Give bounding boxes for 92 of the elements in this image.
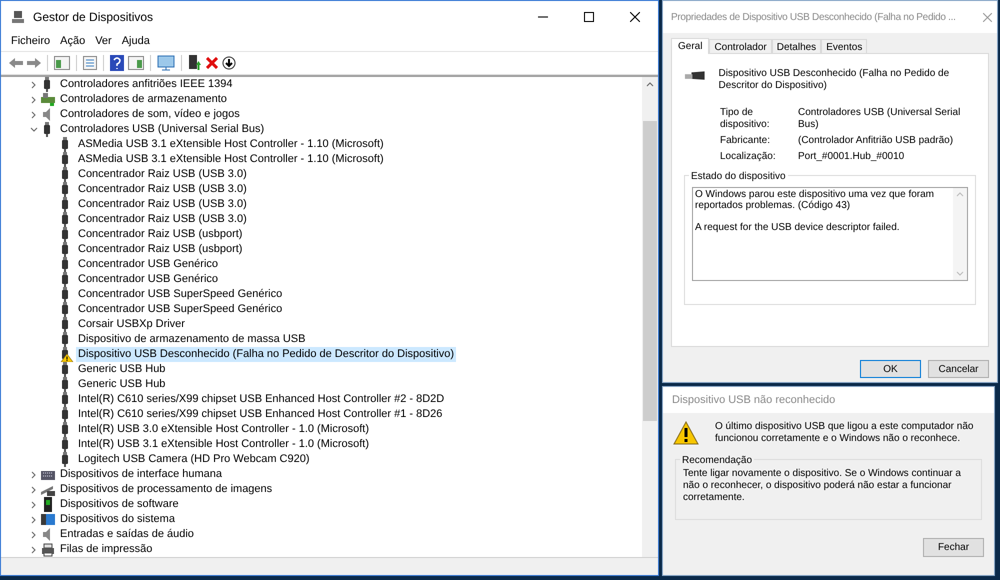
update-driver-icon[interactable] xyxy=(188,55,202,71)
cancel-button[interactable]: Cancelar xyxy=(928,360,989,378)
tree-item[interactable]: Dispositivos do sistema xyxy=(58,512,177,527)
tree-item[interactable]: Logitech USB Camera (HD Pro Webcam C920) xyxy=(76,452,312,467)
expand-chevron-icon[interactable] xyxy=(30,96,38,104)
tree-item[interactable]: Concentrador USB SuperSpeed Genérico xyxy=(76,287,284,302)
tree-item[interactable]: Concentrador USB Genérico xyxy=(76,257,220,272)
scroll-thumb[interactable] xyxy=(643,121,657,421)
field-value: Controladores USB (Universal Serial Bus) xyxy=(798,107,962,131)
tab[interactable]: Eventos xyxy=(821,39,868,53)
usb-warning-icon xyxy=(59,347,74,362)
expand-chevron-icon[interactable] xyxy=(30,516,38,524)
menu-item[interactable]: Ação xyxy=(56,32,90,50)
tree-item[interactable]: Entradas e saídas de áudio xyxy=(58,527,196,542)
tree-item[interactable]: Controladores de som, vídeo e jogos xyxy=(58,107,242,122)
scroll-up-icon xyxy=(956,191,964,197)
tree-item[interactable]: Concentrador Raiz USB (USB 3.0) xyxy=(76,182,249,197)
expand-chevron-icon[interactable] xyxy=(30,546,38,554)
monitor-icon[interactable] xyxy=(157,55,175,71)
field-value: (Controlador Anfitrião USB padrão) xyxy=(798,135,954,147)
window-icon[interactable] xyxy=(128,56,144,70)
tree-item[interactable]: Concentrador Raiz USB (usbport) xyxy=(76,242,244,257)
usb-plug-icon xyxy=(684,71,706,83)
tab[interactable]: Detalhes xyxy=(772,39,822,53)
system-folder-icon xyxy=(41,512,56,527)
tree-item[interactable]: Concentrador USB Genérico xyxy=(76,272,220,287)
tree-item[interactable]: Dispositivo USB Desconhecido (Falha no Pedido de Descritor do Dispositivo) xyxy=(76,347,456,362)
storage-controller-icon xyxy=(41,92,56,107)
tree-item[interactable]: Intel(R) C610 series/X99 chipset USB Enhanced Host Controller #2 - 8D2D xyxy=(76,392,446,407)
tree-item[interactable]: Intel(R) USB 3.0 eXtensible Host Controller - 1.0 (Microsoft) xyxy=(76,422,371,437)
collapse-chevron-icon[interactable] xyxy=(30,126,38,134)
window-icon[interactable] xyxy=(54,56,70,70)
tree-item[interactable]: Concentrador Raiz USB (usbport) xyxy=(76,227,244,242)
tree-item[interactable]: Intel(R) C610 series/X99 chipset USB Enhanced Host Controller #1 - 8D26 xyxy=(76,407,444,422)
menu-item[interactable]: Ficheiro xyxy=(7,32,54,50)
tree-item[interactable]: Concentrador Raiz USB (USB 3.0) xyxy=(76,197,249,212)
properties-icon[interactable] xyxy=(83,56,97,70)
back-arrow-icon[interactable] xyxy=(9,57,23,69)
expand-chevron-icon[interactable] xyxy=(30,486,38,494)
expand-chevron-icon[interactable] xyxy=(30,110,38,118)
dialog-title: Dispositivo USB não reconhecido xyxy=(672,392,836,408)
device-manager-icon xyxy=(11,10,25,24)
status-text: O Windows parou este dispositivo uma vez que foram reportados problemas. (Código 43) A request for the USB device descriptor failed. xyxy=(694,188,935,235)
field-label: Fabricante: xyxy=(720,135,772,147)
expand-chevron-icon[interactable] xyxy=(30,80,38,88)
field-value: Port_#0001.Hub_#0010 xyxy=(798,151,904,163)
tree-item[interactable]: Dispositivos de interface humana xyxy=(58,467,224,482)
close-icon xyxy=(630,12,640,22)
maximize-icon xyxy=(584,12,594,22)
tree-item[interactable]: Concentrador Raiz USB (USB 3.0) xyxy=(76,212,249,227)
tab[interactable]: Geral xyxy=(671,38,710,54)
field-label: Localização: xyxy=(720,151,777,163)
close-dialog-button[interactable]: Fechar xyxy=(923,538,984,557)
tree-item[interactable]: Dispositivos de software xyxy=(58,497,181,512)
menu-item[interactable]: Ajuda xyxy=(118,32,154,50)
tree-item[interactable]: Dispositivo de armazenamento de massa USB xyxy=(76,332,308,347)
group-label: Recomendação xyxy=(680,453,754,468)
expand-chevron-icon[interactable] xyxy=(30,470,38,478)
tree-item[interactable]: Generic USB Hub xyxy=(76,362,168,377)
tree-item[interactable]: Intel(R) USB 3.1 eXtensible Host Controller - 1.0 (Microsoft) xyxy=(76,437,371,452)
tree-item[interactable]: ASMedia USB 3.1 eXtensible Host Controller - 1.10 (Microsoft) xyxy=(76,152,386,167)
scrollbar[interactable] xyxy=(642,77,658,557)
window-title: Gestor de Dispositivos xyxy=(33,9,154,26)
group-label: Estado do dispositivo xyxy=(689,169,788,184)
tree-item[interactable]: Corsair USBXp Driver xyxy=(76,317,187,332)
expand-chevron-icon[interactable] xyxy=(30,500,38,508)
ok-button[interactable]: OK xyxy=(860,360,921,378)
device-name: Dispositivo USB Desconhecido (Falha no Pedido de Descritor do Dispositivo) xyxy=(718,68,950,92)
download-icon[interactable] xyxy=(222,56,236,70)
help-icon[interactable] xyxy=(110,55,124,71)
tree-item[interactable]: Controladores de armazenamento xyxy=(58,92,229,107)
tree-item[interactable]: Dispositivos de processamento de imagens xyxy=(58,482,274,497)
recommendation-text: Tente ligar novamente o dispositivo. Se o Windows continuar a não o reconhecer, o dispositivo poderá não estar a funcionar corretamente. xyxy=(683,468,962,504)
error-message: O último dispositivo USB que ligou a este computador não funcionou corretamente e o Windows não o reconhece. xyxy=(715,421,974,445)
field-label: Tipo de dispositivo: xyxy=(720,107,770,131)
dialog-title: Propriedades de Dispositivo USB Desconhecido (Falha no Pedido ... xyxy=(671,10,956,24)
expand-chevron-icon[interactable] xyxy=(30,530,38,538)
tree-item[interactable]: ASMedia USB 3.1 eXtensible Host Controller - 1.10 (Microsoft) xyxy=(76,137,386,152)
tree-item[interactable]: Concentrador Raiz USB (USB 3.0) xyxy=(76,167,249,182)
printer-icon xyxy=(41,542,56,557)
scroll-down-icon xyxy=(956,271,964,277)
tree-item[interactable]: Filas de impressão xyxy=(58,542,154,557)
warning-icon xyxy=(673,421,699,445)
tree-item[interactable]: Controladores USB (Universal Serial Bus) xyxy=(58,122,266,137)
delete-icon[interactable] xyxy=(206,57,218,69)
tree-item[interactable]: Generic USB Hub xyxy=(76,377,168,392)
menu-item[interactable]: Ver xyxy=(91,32,116,50)
tree-item[interactable]: Concentrador USB SuperSpeed Genérico xyxy=(76,302,284,317)
tree-item[interactable]: Controladores anfitriões IEEE 1394 xyxy=(58,77,234,92)
tab[interactable]: Controlador xyxy=(709,39,772,53)
forward-arrow-icon[interactable] xyxy=(27,57,41,69)
close-icon xyxy=(982,12,992,22)
